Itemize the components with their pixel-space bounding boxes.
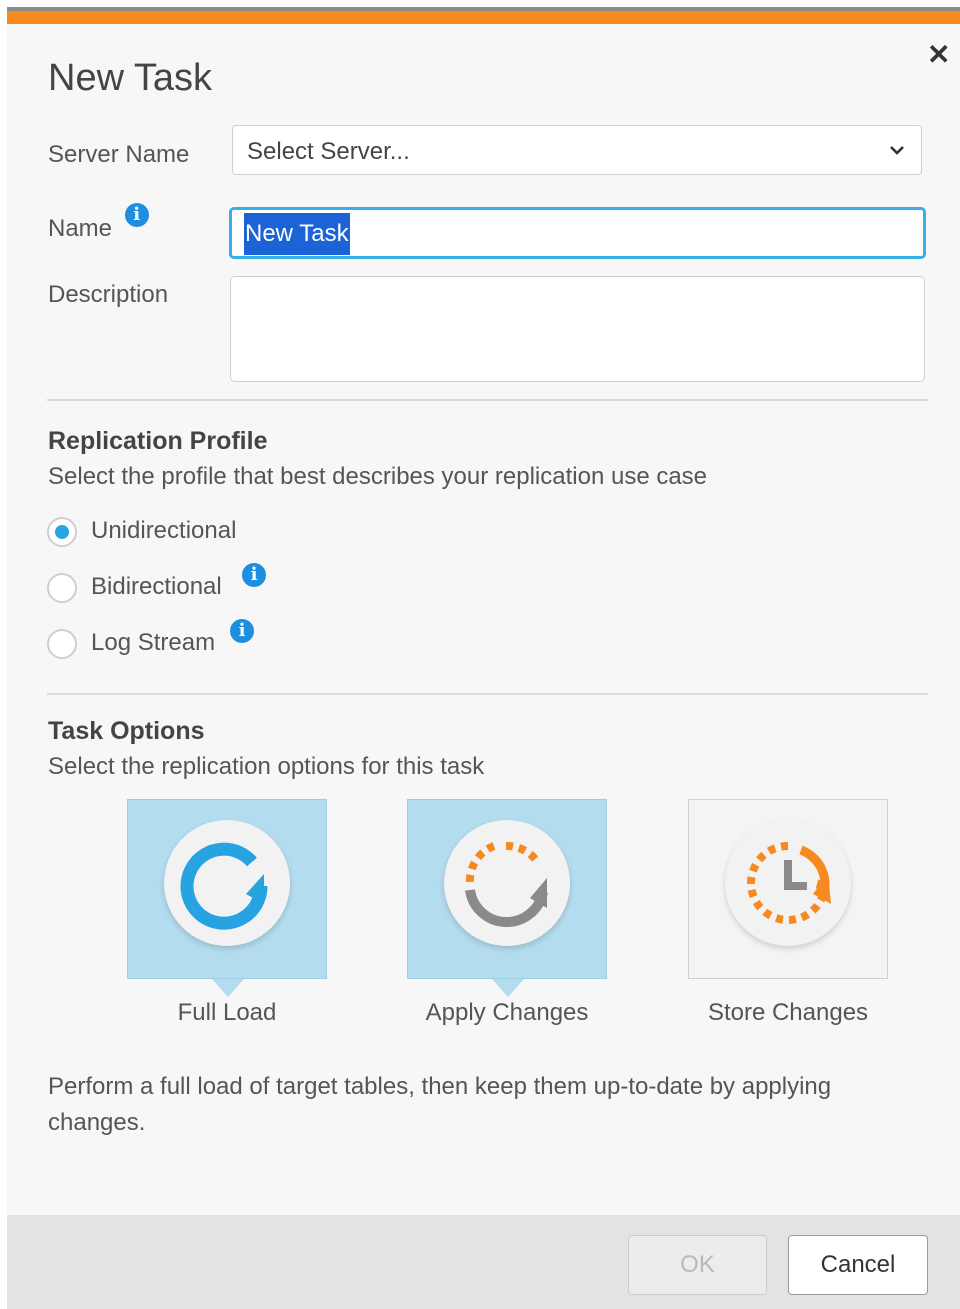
tile-pointer: [212, 979, 244, 997]
radio-button[interactable]: [47, 573, 77, 603]
chevron-down-icon: [890, 146, 904, 155]
radio-label: Unidirectional: [91, 517, 237, 544]
name-label-row: Name i: [48, 203, 149, 243]
radio-button[interactable]: [47, 517, 77, 547]
replication-profile-subtitle: Select the profile that best describes y…: [48, 463, 708, 490]
server-select[interactable]: Select Server...: [232, 125, 922, 175]
full-load-tile[interactable]: [127, 799, 327, 997]
server-name-label: Server Name: [48, 141, 190, 168]
replication-profile-title: Replication Profile: [48, 427, 268, 455]
task-options-title: Task Options: [48, 717, 205, 745]
radio-button[interactable]: [47, 629, 77, 659]
close-icon[interactable]: ✕: [927, 41, 950, 69]
description-field[interactable]: [230, 276, 925, 382]
store-changes-icon: [725, 820, 851, 946]
info-icon[interactable]: i: [242, 563, 266, 587]
tile-pointer: [492, 979, 524, 997]
server-select-value: Select Server...: [247, 138, 410, 165]
task-options-subtitle: Select the replication options for this …: [48, 753, 485, 780]
info-icon[interactable]: i: [230, 619, 254, 643]
apply-changes-icon: [444, 820, 570, 946]
full-load-label: Full Load: [177, 999, 277, 1026]
dialog-accent-bar: [7, 11, 960, 24]
ok-button[interactable]: OK: [628, 1235, 767, 1295]
name-input[interactable]: New Task: [229, 207, 926, 259]
store-changes-label: Store Changes: [707, 999, 869, 1026]
radio-label: Log Stream: [91, 629, 216, 656]
name-label: Name: [48, 215, 113, 242]
store-changes-tile[interactable]: [688, 799, 888, 979]
apply-changes-label: Apply Changes: [425, 999, 589, 1026]
apply-changes-tile[interactable]: [407, 799, 607, 997]
dialog-title: New Task: [48, 57, 213, 99]
name-input-value: New Task: [244, 213, 350, 255]
divider: [47, 693, 928, 695]
divider: [47, 399, 928, 401]
new-task-dialog: ✕ New Task Server Name Select Server... …: [7, 7, 960, 1309]
description-label: Description: [48, 281, 169, 308]
info-icon[interactable]: i: [124, 203, 149, 227]
radio-label: Bidirectional: [91, 573, 222, 600]
task-option-description: Perform a full load of target tables, th…: [48, 1073, 832, 1136]
cancel-button[interactable]: Cancel: [788, 1235, 928, 1295]
full-load-icon: [164, 820, 290, 946]
